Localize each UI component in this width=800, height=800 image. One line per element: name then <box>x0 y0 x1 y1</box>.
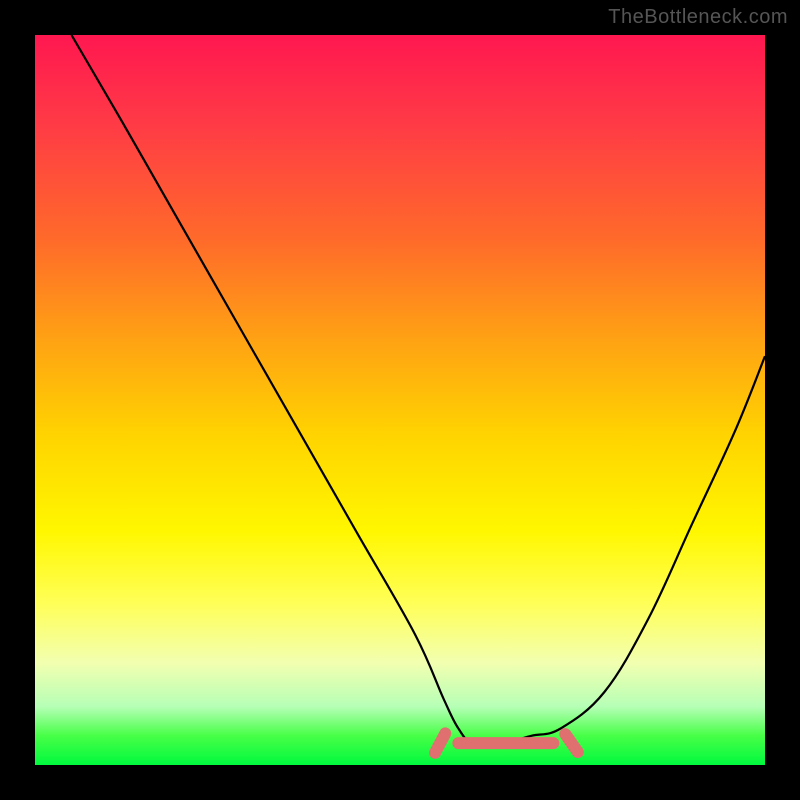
chart-frame: TheBottleneck.com <box>0 0 800 800</box>
plot-area <box>35 35 765 765</box>
watermark-text: TheBottleneck.com <box>608 6 788 29</box>
optimal-range-marker <box>35 35 765 765</box>
